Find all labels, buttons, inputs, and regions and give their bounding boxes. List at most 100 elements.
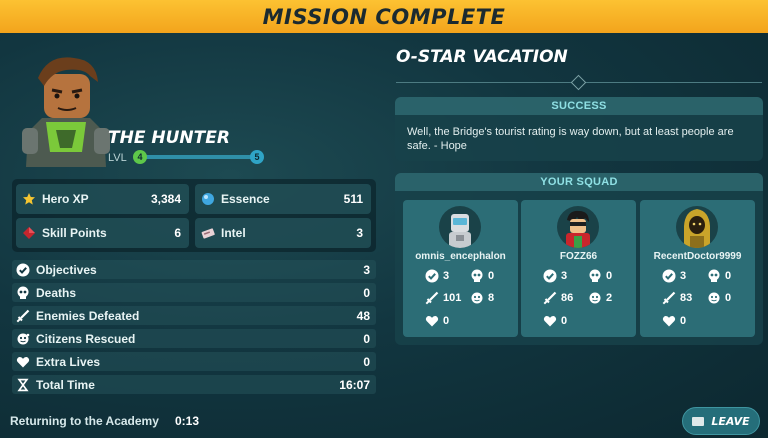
gem-icon	[22, 226, 36, 240]
essence-icon	[201, 192, 215, 206]
player-citizens: 0	[707, 291, 731, 305]
hero-xp-stat: Hero XP 3,384	[16, 184, 189, 214]
hourglass-icon	[16, 378, 30, 392]
summary-label: Total Time	[36, 377, 95, 392]
mission-complete-banner: MISSION COMPLETE	[0, 0, 768, 33]
squad-member-card[interactable]: omnis_encephalon 3 0 101 8 0	[403, 200, 518, 337]
citizen-icon	[470, 291, 484, 305]
player-objectives: 3	[543, 269, 567, 283]
essence-label: Essence	[221, 192, 270, 206]
check-icon	[543, 269, 557, 283]
sword-icon	[16, 309, 30, 323]
result-header: SUCCESS	[395, 97, 763, 115]
player-objectives: 3	[662, 269, 686, 283]
summary-value: 0	[363, 354, 370, 369]
citizens-count: 2	[606, 292, 613, 304]
rewards-panel: Hero XP 3,384 Essence 511 Skill Points 6…	[12, 179, 376, 252]
banner-title: MISSION COMPLETE	[262, 4, 506, 29]
check-icon	[16, 263, 30, 277]
player-enemies: 83	[662, 291, 692, 305]
summary-value: 0	[363, 331, 370, 346]
player-deaths: 0	[588, 269, 612, 283]
avatar	[557, 206, 599, 248]
player-enemies: 86	[543, 291, 573, 305]
return-countdown-label: Returning to the Academy	[10, 414, 159, 428]
summary-label: Enemies Defeated	[36, 308, 140, 323]
objectives-count: 3	[443, 270, 450, 282]
player-name: RecentDoctor9999	[653, 251, 742, 262]
citizens-count: 8	[488, 292, 495, 304]
citizen-icon	[588, 291, 602, 305]
sword-icon	[662, 291, 676, 305]
hero-xp-label: Hero XP	[42, 192, 89, 206]
keyboard-key-icon	[692, 416, 705, 426]
objectives-count: 3	[680, 270, 687, 282]
summary-label: Extra Lives	[36, 354, 101, 369]
summary-label: Citizens Rescued	[36, 331, 136, 346]
citizen-icon	[16, 332, 30, 346]
intel-value: 3	[356, 226, 363, 240]
skull-icon	[470, 269, 484, 283]
enemies-count: 83	[680, 292, 693, 304]
summary-label: Objectives	[36, 262, 97, 277]
summary-value: 48	[356, 308, 370, 323]
enemies-count: 101	[443, 292, 462, 304]
intel-label: Intel	[221, 226, 246, 240]
deaths-count: 0	[725, 270, 732, 282]
avatar	[676, 206, 718, 248]
lives-count: 0	[680, 315, 687, 327]
heart-icon	[543, 314, 557, 328]
player-deaths: 0	[707, 269, 731, 283]
lives-count: 0	[443, 315, 450, 327]
heart-icon	[662, 314, 676, 328]
return-countdown-time: 0:13	[175, 414, 200, 428]
summary-value: 3	[363, 262, 370, 277]
enemies-count: 86	[561, 292, 574, 304]
squad-member-card[interactable]: RecentDoctor9999 3 0 83 0 0	[640, 200, 755, 337]
heart-icon	[425, 314, 439, 328]
player-deaths: 0	[470, 269, 494, 283]
lives-count: 0	[561, 315, 568, 327]
check-icon	[662, 269, 676, 283]
leave-label: LEAVE	[711, 414, 750, 428]
player-lives: 0	[662, 314, 686, 328]
squad-member-card[interactable]: FOZZ66 3 0 86 2 0	[521, 200, 636, 337]
objectives-count: 3	[561, 270, 568, 282]
summary-row-objectives: Objectives 3	[12, 260, 376, 279]
mission-result-panel: SUCCESS Well, the Bridge's tourist ratin…	[395, 97, 763, 161]
player-citizens: 2	[588, 291, 612, 305]
player-lives: 0	[543, 314, 567, 328]
mission-quote: Well, the Bridge's tourist rating is way…	[407, 126, 734, 152]
summary-row-citizens-rescued: Citizens Rescued 0	[12, 329, 376, 348]
deaths-count: 0	[488, 270, 495, 282]
summary-row-deaths: Deaths 0	[12, 283, 376, 302]
squad-header: YOUR SQUAD	[395, 173, 763, 191]
intel-card-icon	[201, 226, 215, 240]
sword-icon	[425, 291, 439, 305]
skull-icon	[16, 286, 30, 300]
check-icon	[425, 269, 439, 283]
player-name: omnis_encephalon	[415, 251, 506, 262]
skull-icon	[707, 269, 721, 283]
leave-button[interactable]: LEAVE	[682, 407, 760, 435]
summary-row-enemies-defeated: Enemies Defeated 48	[12, 306, 376, 325]
summary-value: 0	[363, 285, 370, 300]
deaths-count: 0	[606, 270, 613, 282]
skill-points-stat: Skill Points 6	[16, 218, 189, 248]
player-citizens: 8	[470, 291, 494, 305]
player-name: FOZZ66	[559, 251, 598, 262]
avatar	[439, 206, 481, 248]
star-icon	[22, 192, 36, 206]
summary-label: Deaths	[36, 285, 77, 300]
player-objectives: 3	[425, 269, 449, 283]
hero-xp-value: 3,384	[150, 192, 181, 206]
mission-name: O-STAR VACATION	[396, 47, 568, 67]
level-current-badge: 4	[133, 150, 147, 164]
level-progress-bar	[140, 155, 258, 159]
skill-points-value: 6	[174, 226, 181, 240]
diamond-icon	[570, 74, 587, 91]
level-label: LVL	[108, 152, 127, 164]
citizen-icon	[707, 291, 721, 305]
player-lives: 0	[425, 314, 449, 328]
essence-value: 511	[343, 192, 363, 206]
